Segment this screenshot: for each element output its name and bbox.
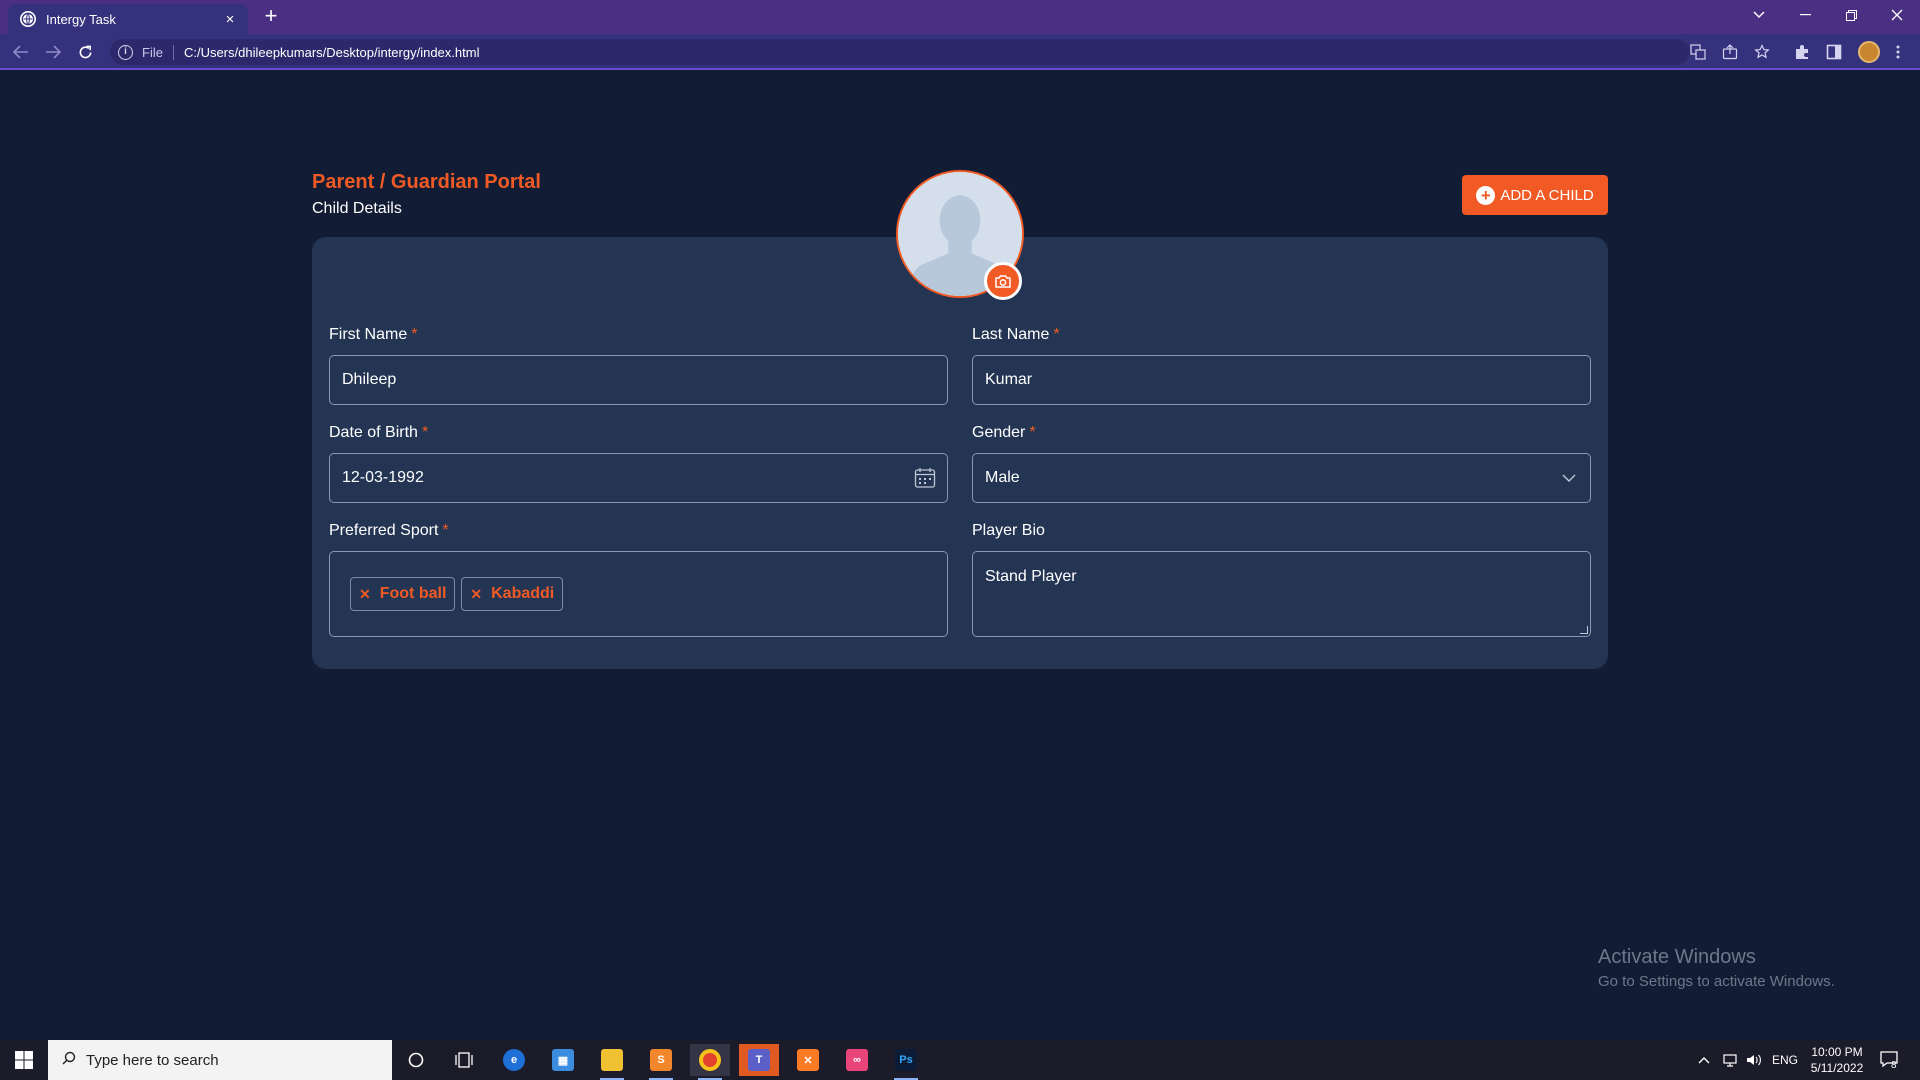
info-icon[interactable]: i bbox=[118, 44, 133, 60]
first-name-value: Dhileep bbox=[342, 371, 397, 388]
required-marker: * bbox=[442, 522, 449, 539]
player-bio-label: Player Bio bbox=[972, 522, 1045, 539]
forward-arrow-icon[interactable] bbox=[40, 40, 66, 64]
activate-windows-title: Activate Windows bbox=[1598, 946, 1756, 968]
clock-date: 5/11/2022 bbox=[1810, 1061, 1864, 1075]
page-subtitle: Child Details bbox=[312, 200, 402, 217]
gender-label: Gender * bbox=[972, 424, 1036, 441]
photoshop-icon[interactable]: Ps bbox=[886, 1044, 926, 1080]
required-marker: * bbox=[421, 424, 429, 441]
windows-start-icon[interactable] bbox=[0, 1040, 48, 1080]
taskbar-clock[interactable]: 10:00 PM 5/11/2022 bbox=[1804, 1044, 1870, 1076]
teams-icon[interactable]: T bbox=[739, 1044, 779, 1076]
share-icon[interactable] bbox=[1718, 40, 1742, 64]
extensions-puzzle-icon[interactable] bbox=[1790, 40, 1814, 64]
dob-label: Date of Birth * bbox=[329, 424, 429, 441]
last-name-input[interactable]: Kumar bbox=[972, 355, 1591, 405]
tab-search-chevron-icon[interactable] bbox=[1736, 0, 1782, 30]
address-bar-row: i File C:/Users/dhileepkumars/Desktop/in… bbox=[0, 34, 1920, 70]
add-child-button[interactable]: + ADD A CHILD bbox=[1462, 175, 1608, 215]
bookmark-star-icon[interactable] bbox=[1750, 40, 1774, 64]
file-explorer-icon[interactable] bbox=[592, 1044, 632, 1080]
side-panel-icon[interactable] bbox=[1822, 40, 1846, 64]
omnibox[interactable]: i File C:/Users/dhileepkumars/Desktop/in… bbox=[110, 39, 1690, 65]
edge-icon[interactable]: e bbox=[494, 1044, 534, 1076]
file-scheme-label: File bbox=[142, 44, 174, 60]
remove-tag-icon[interactable]: ✕ bbox=[470, 586, 482, 603]
globe-icon bbox=[20, 11, 36, 27]
search-icon bbox=[62, 1051, 76, 1069]
taskbar-search-placeholder: Type here to search bbox=[86, 1051, 219, 1069]
activate-windows-subtitle: Go to Settings to activate Windows. bbox=[1598, 973, 1835, 990]
notification-center-icon[interactable]: 8 bbox=[1880, 1040, 1900, 1080]
calendar-icon[interactable] bbox=[914, 467, 936, 489]
add-child-label: ADD A CHILD bbox=[1500, 186, 1594, 204]
back-arrow-icon[interactable] bbox=[8, 40, 34, 64]
tray-chevron-up-icon[interactable] bbox=[1698, 1040, 1710, 1080]
gender-select[interactable]: Male bbox=[972, 453, 1591, 503]
required-marker: * bbox=[1053, 326, 1060, 343]
chevron-down-icon bbox=[1562, 474, 1576, 482]
preferred-sport-label: Preferred Sport * bbox=[329, 522, 449, 539]
browser-tab[interactable]: Intergy Task × bbox=[8, 4, 248, 34]
tab-strip: Intergy Task × + bbox=[0, 0, 1920, 34]
first-name-label: First Name * bbox=[329, 326, 418, 343]
creative-cloud-icon[interactable]: ∞ bbox=[837, 1044, 877, 1076]
remove-tag-icon[interactable]: ✕ bbox=[359, 586, 371, 603]
cortana-icon[interactable] bbox=[396, 1044, 436, 1076]
browser-menu-icon[interactable] bbox=[1886, 40, 1910, 64]
upload-photo-button[interactable] bbox=[984, 262, 1022, 300]
sublime-text-icon[interactable]: S bbox=[641, 1044, 681, 1080]
new-tab-button[interactable]: + bbox=[258, 4, 284, 30]
taskbar-search-input[interactable]: Type here to search bbox=[48, 1040, 392, 1080]
preferred-sport-tag-input[interactable]: ✕ Foot ball ✕ Kabaddi bbox=[329, 551, 948, 637]
task-view-icon[interactable] bbox=[444, 1044, 484, 1076]
minimize-icon[interactable] bbox=[1782, 0, 1828, 30]
notification-count-badge: 8 bbox=[1891, 1060, 1897, 1071]
profile-avatar[interactable] bbox=[1858, 41, 1880, 63]
player-bio-textarea[interactable]: Stand Player bbox=[972, 551, 1591, 637]
clock-time: 10:00 PM bbox=[1811, 1045, 1863, 1059]
translate-icon[interactable] bbox=[1686, 40, 1710, 64]
player-bio-value: Stand Player bbox=[985, 568, 1077, 585]
resize-handle[interactable] bbox=[1580, 626, 1588, 634]
reload-icon[interactable] bbox=[72, 40, 98, 64]
page-title: Parent / Guardian Portal bbox=[312, 171, 541, 193]
xampp-icon[interactable]: ✕ bbox=[788, 1044, 828, 1076]
url-text[interactable]: C:/Users/dhileepkumars/Desktop/intergy/i… bbox=[184, 45, 480, 60]
chrome-icon[interactable] bbox=[690, 1044, 730, 1080]
last-name-label: Last Name * bbox=[972, 326, 1060, 343]
store-icon[interactable]: ▦ bbox=[543, 1044, 583, 1076]
volume-icon[interactable] bbox=[1746, 1040, 1762, 1080]
tab-title: Intergy Task bbox=[46, 11, 116, 27]
taskbar: Type here to search e ▦ S T ✕ ∞ Ps ENG 1… bbox=[0, 1040, 1920, 1080]
restore-icon[interactable] bbox=[1828, 0, 1874, 30]
tab-close-icon[interactable]: × bbox=[222, 11, 238, 28]
last-name-value: Kumar bbox=[985, 371, 1033, 388]
required-marker: * bbox=[411, 326, 418, 343]
plus-circle-icon: + bbox=[1476, 185, 1496, 205]
network-icon[interactable] bbox=[1722, 1040, 1738, 1080]
language-indicator[interactable]: ENG bbox=[1772, 1040, 1798, 1080]
dob-value: 12-03-1992 bbox=[342, 469, 424, 486]
required-marker: * bbox=[1029, 424, 1036, 441]
close-window-icon[interactable] bbox=[1874, 0, 1920, 30]
sport-tag[interactable]: ✕ Kabaddi bbox=[461, 577, 564, 611]
gender-value: Male bbox=[985, 469, 1020, 486]
first-name-input[interactable]: Dhileep bbox=[329, 355, 948, 405]
sport-tag[interactable]: ✕ Foot ball bbox=[350, 577, 456, 611]
camera-icon bbox=[995, 275, 1011, 288]
dob-input[interactable]: 12-03-1992 bbox=[329, 453, 948, 503]
